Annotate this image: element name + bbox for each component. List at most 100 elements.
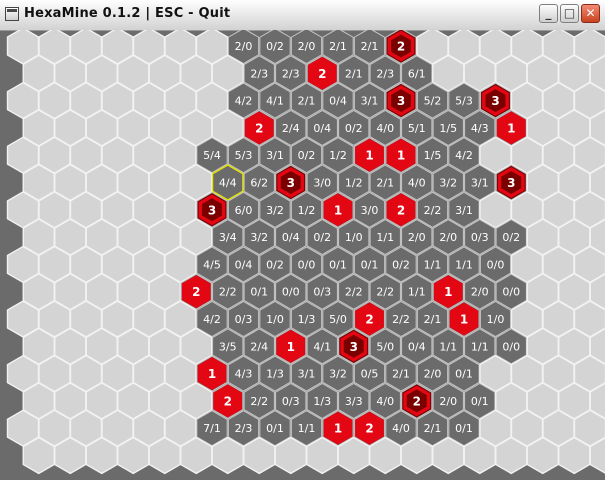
cell-count-label: 2/0 <box>439 231 457 244</box>
cell-count-label: 1/1 <box>298 422 316 435</box>
cell-count-label: 4/3 <box>471 122 489 135</box>
cell-count-label: 3/1 <box>455 204 473 217</box>
mine-count-label: 3 <box>397 94 405 108</box>
cell-count-label: 5/3 <box>455 95 473 108</box>
cell-count-label: 3/4 <box>219 231 237 244</box>
cell-count-label: 5/3 <box>235 149 253 162</box>
cell-count-label: 1/3 <box>313 395 331 408</box>
cell-count-label: 0/0 <box>282 286 300 299</box>
cell-count-label: 4/1 <box>266 95 284 108</box>
cell-count-label: 0/4 <box>329 95 347 108</box>
window-title: HexaMine 0.1.2 | ESC - Quit <box>24 6 231 21</box>
cell-count-label: 0/1 <box>455 422 473 435</box>
cell-count-label: 2/1 <box>361 40 379 53</box>
close-button[interactable]: ✕ <box>581 4 600 23</box>
cell-count-label: 0/2 <box>313 231 331 244</box>
cell-count-label: 1/1 <box>376 231 394 244</box>
mine-count-label: 1 <box>507 121 515 135</box>
cell-count-label: 3/1 <box>471 177 489 190</box>
cell-count-label: 4/5 <box>203 258 221 271</box>
cell-count-label: 3/2 <box>439 177 457 190</box>
cell-count-label: 1/2 <box>329 149 347 162</box>
cell-count-label: 3/2 <box>250 231 268 244</box>
cell-count-label: 2/1 <box>424 313 442 326</box>
cell-count-label: 2/0 <box>298 40 316 53</box>
cell-count-label: 2/2 <box>392 313 410 326</box>
cell-count-label: 2/4 <box>250 340 268 353</box>
cell-count-label: 1/1 <box>455 258 473 271</box>
cell-count-label: 0/1 <box>250 286 268 299</box>
minimize-button[interactable]: _ <box>539 4 558 23</box>
cell-count-label: 1/1 <box>471 340 489 353</box>
cell-count-label: 3/5 <box>219 340 237 353</box>
cell-count-label: 1/2 <box>298 204 316 217</box>
cell-count-label: 2/1 <box>424 422 442 435</box>
cell-count-label: 0/3 <box>471 231 489 244</box>
cell-count-label: 5/1 <box>408 122 426 135</box>
cell-count-label: 4/0 <box>392 422 410 435</box>
cell-count-label: 0/0 <box>502 340 520 353</box>
title-bar[interactable]: HexaMine 0.1.2 | ESC - Quit _ □ ✕ <box>0 0 605 31</box>
cell-count-label: 1/0 <box>345 231 363 244</box>
cell-count-label: 0/5 <box>361 368 379 381</box>
cell-count-label: 2/2 <box>219 286 237 299</box>
cell-count-label: 7/1 <box>203 422 221 435</box>
cell-count-label: 1/5 <box>424 149 442 162</box>
cell-count-label: 4/2 <box>235 95 253 108</box>
cell-count-label: 2/1 <box>329 40 347 53</box>
cell-count-label: 0/0 <box>502 286 520 299</box>
mine-count-label: 1 <box>460 313 468 327</box>
cell-count-label: 1/0 <box>266 313 284 326</box>
cell-count-label: 6/2 <box>250 177 268 190</box>
cell-count-label: 0/3 <box>313 286 331 299</box>
cell-count-label: 2/1 <box>376 177 394 190</box>
cell-count-label: 0/1 <box>329 258 347 271</box>
cell-count-label: 1/1 <box>439 340 457 353</box>
cell-count-label: 0/1 <box>266 422 284 435</box>
hex-game-board[interactable]: 2/0 0/2 2/0 2/1 2/1 22/3 2/3 2 2/1 2/3 6/14/2 4/1 2/… <box>0 30 605 480</box>
mine-count-label: 3 <box>208 203 216 217</box>
cell-count-label: 5/0 <box>329 313 347 326</box>
cell-count-label: 4/2 <box>455 149 473 162</box>
cell-count-label: 4/0 <box>376 122 394 135</box>
cell-count-label: 2/0 <box>408 231 426 244</box>
cell-count-label: 5/0 <box>376 340 394 353</box>
mine-count-label: 2 <box>365 313 373 327</box>
cell-count-label: 2/2 <box>250 395 268 408</box>
cell-count-label: 4/0 <box>376 395 394 408</box>
cell-count-label: 0/4 <box>282 231 300 244</box>
cell-count-label: 1/2 <box>345 177 363 190</box>
maximize-button[interactable]: □ <box>560 4 579 23</box>
mine-count-label: 1 <box>397 149 405 163</box>
cell-count-label: 1/5 <box>439 122 457 135</box>
cell-count-label: 0/2 <box>266 40 284 53</box>
cell-count-label: 0/1 <box>361 258 379 271</box>
mine-count-label: 2 <box>365 422 373 436</box>
cell-count-label: 0/0 <box>487 258 505 271</box>
mine-count-label: 2 <box>318 67 326 81</box>
cell-count-label: 2/3 <box>235 422 253 435</box>
mine-count-label: 2 <box>397 203 405 217</box>
cell-count-label: 1/3 <box>298 313 316 326</box>
cell-count-label: 0/1 <box>455 368 473 381</box>
cell-count-label: 0/3 <box>282 395 300 408</box>
cell-count-label: 4/2 <box>203 313 221 326</box>
mine-count-label: 3 <box>350 340 358 354</box>
cell-count-label: 4/0 <box>408 177 426 190</box>
mine-count-label: 2 <box>397 40 405 54</box>
cell-count-label: 2/4 <box>282 122 300 135</box>
cell-count-label: 0/4 <box>235 258 253 271</box>
mine-count-label: 2 <box>413 394 421 408</box>
mine-count-label: 3 <box>491 94 499 108</box>
cell-count-label: 2/2 <box>376 286 394 299</box>
mine-count-label: 1 <box>334 203 342 217</box>
cell-count-label: 2/2 <box>345 286 363 299</box>
app-window: HexaMine 0.1.2 | ESC - Quit _ □ ✕ 2/0 0/2… <box>0 0 605 480</box>
cell-count-label: 4/4 <box>219 177 237 190</box>
cell-count-label: 4/1 <box>313 340 331 353</box>
cell-count-label: 2/3 <box>250 67 268 80</box>
cell-count-label: 2/2 <box>424 204 442 217</box>
cell-count-label: 2/0 <box>471 286 489 299</box>
cell-count-label: 0/2 <box>345 122 363 135</box>
cell-count-label: 6/0 <box>235 204 253 217</box>
